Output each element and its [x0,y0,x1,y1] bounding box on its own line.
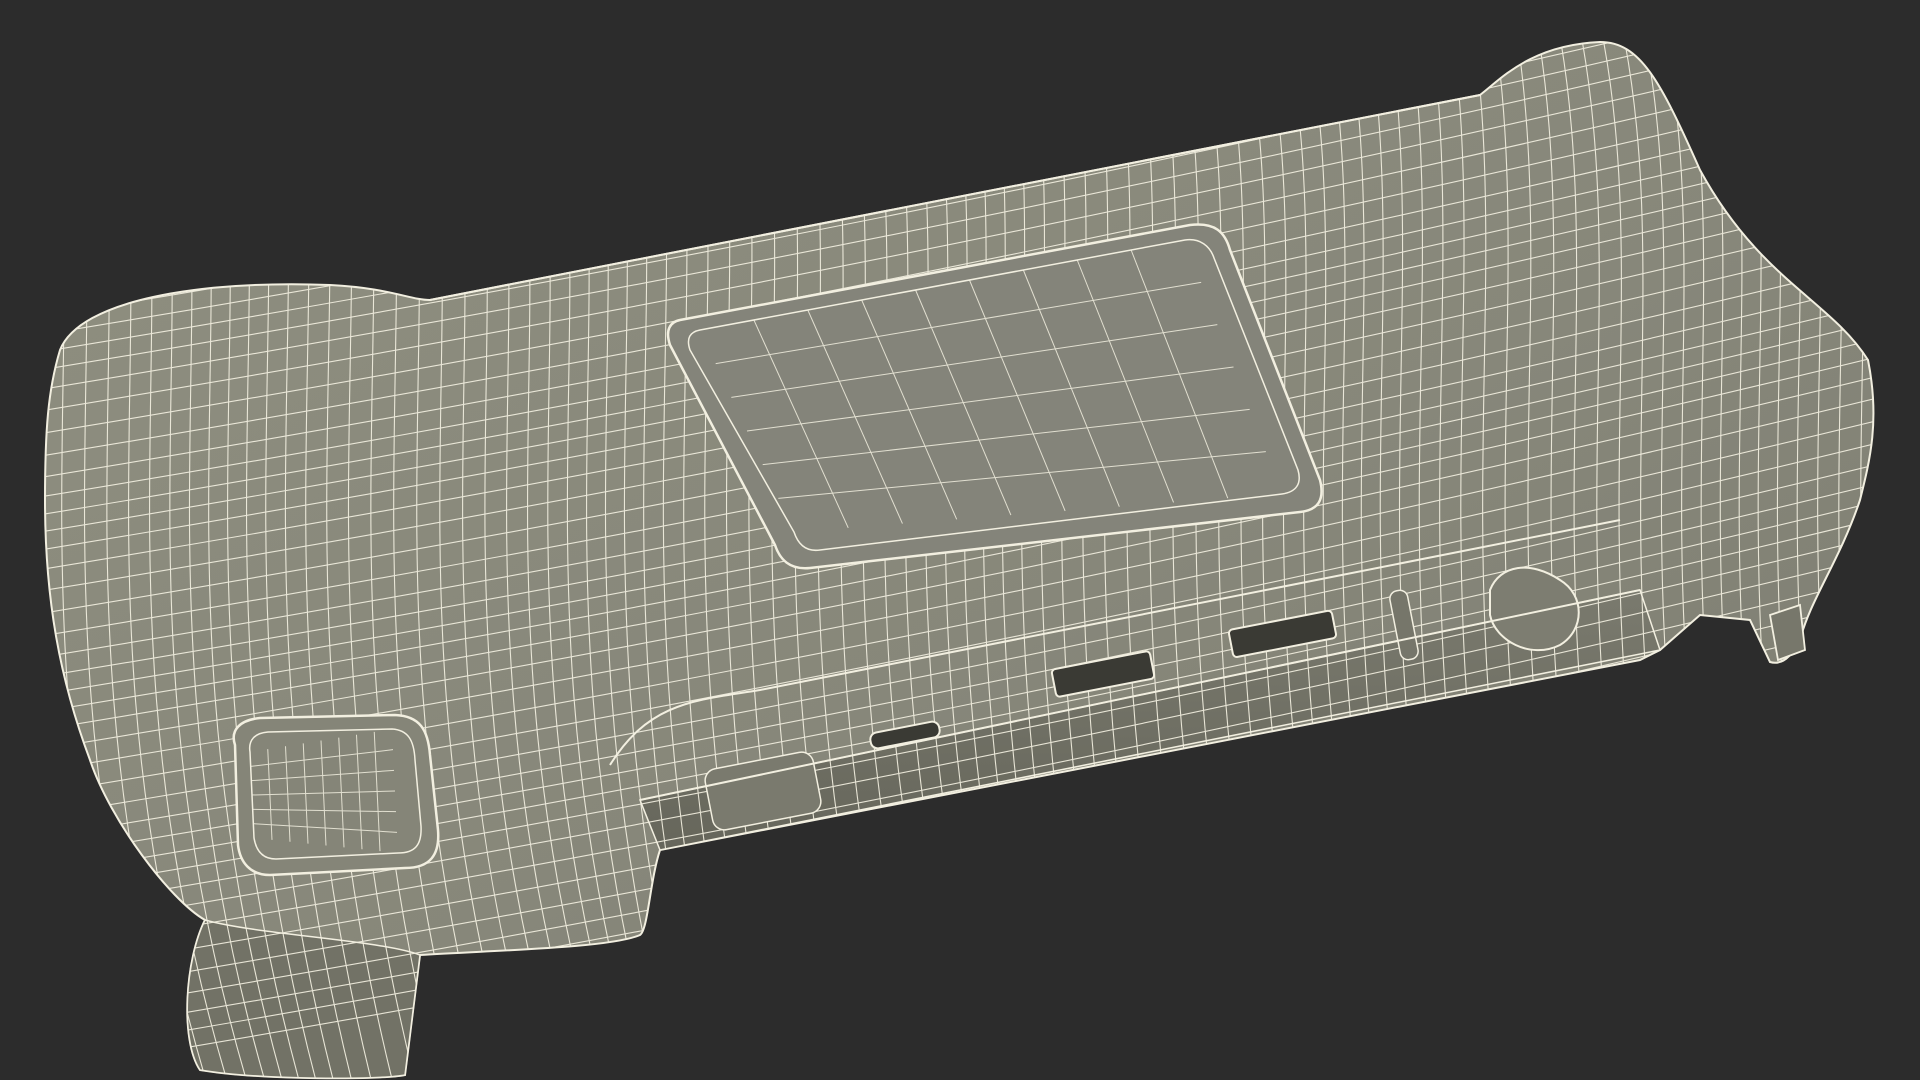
viewport [0,0,1920,1080]
wire-cross [1889,0,1920,1080]
wireframe-model [43,0,1920,1080]
wire-cross [1846,42,1874,1079]
wire-cross [1867,42,1874,1079]
